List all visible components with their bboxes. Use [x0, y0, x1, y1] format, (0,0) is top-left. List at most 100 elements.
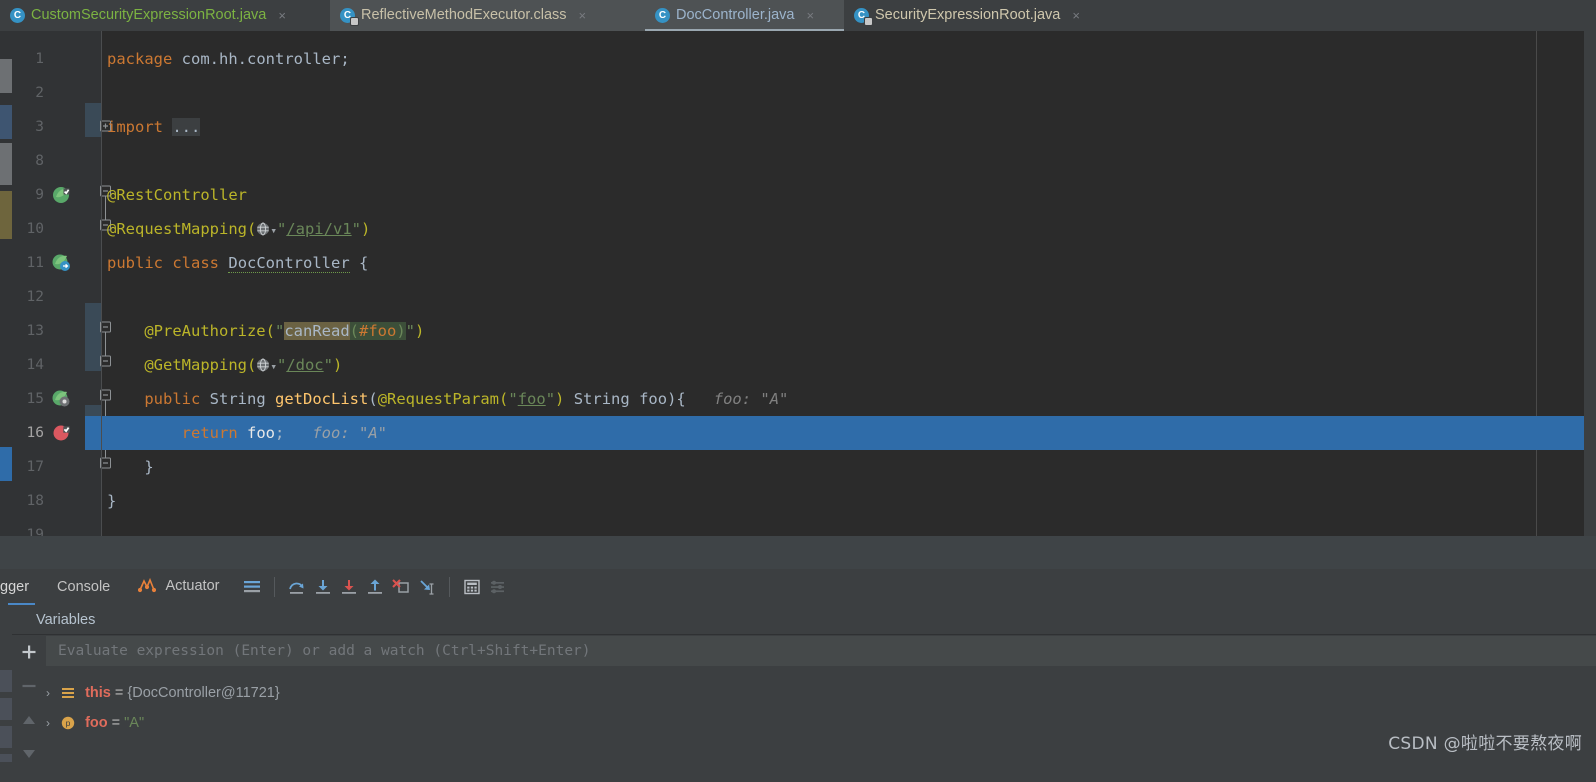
line-number: 19: [26, 527, 44, 536]
add-watch-button[interactable]: [12, 635, 46, 669]
force-step-into-button[interactable]: [336, 574, 362, 600]
code-line-3[interactable]: import ...: [102, 110, 1596, 144]
line-number: 17: [26, 459, 44, 475]
gutter-line[interactable]: 9: [12, 178, 102, 212]
gutter-line[interactable]: 14: [12, 348, 102, 382]
spring-bean-navigate-icon[interactable]: [52, 253, 71, 272]
code-line-13[interactable]: @PreAuthorize("canRead(#foo)"): [102, 314, 1596, 348]
current-line-marker: [0, 447, 12, 481]
remove-watch-button[interactable]: [12, 669, 46, 703]
actuator-tab[interactable]: Actuator: [124, 568, 233, 607]
gutter-line[interactable]: 1: [12, 42, 102, 76]
gutter-line[interactable]: 11: [12, 246, 102, 280]
code-line-19[interactable]: [102, 518, 1596, 536]
line-number: 16: [26, 425, 44, 441]
step-out-button[interactable]: [362, 574, 388, 600]
toolbar-separator: [274, 577, 276, 597]
parameter-icon: p: [61, 712, 76, 730]
intellij-idea-window: C CustomSecurityExpressionRoot.java × C …: [0, 0, 1596, 782]
show-execution-point-button[interactable]: [239, 574, 265, 600]
gutter-line[interactable]: 2: [12, 76, 102, 110]
gutter-line[interactable]: 19: [12, 518, 102, 536]
code-line-10[interactable]: @RequestMapping(▾"/api/v1"): [102, 212, 1596, 246]
code-line-18[interactable]: }: [102, 484, 1596, 518]
variable-name: foo: [85, 715, 108, 731]
close-icon[interactable]: ×: [1072, 8, 1080, 23]
editor-gutter[interactable]: 1 2 3 8 9 10 11 12 13 14 15 16 17 18 19: [12, 31, 114, 536]
code-line-12[interactable]: [102, 280, 1596, 314]
code-line-2[interactable]: [102, 76, 1596, 110]
layout-settings-button[interactable]: [485, 574, 511, 600]
svg-text:p: p: [66, 718, 71, 728]
code-line-8[interactable]: [102, 144, 1596, 178]
panel-splitter[interactable]: [0, 536, 1596, 569]
variables-tab[interactable]: Variables: [36, 605, 95, 635]
editor-tab-label: SecurityExpressionRoot.java: [875, 7, 1061, 23]
move-watch-up-button[interactable]: [12, 703, 46, 737]
line-number: 14: [26, 357, 44, 373]
editor-tab-customsecurityexpressionroot[interactable]: C CustomSecurityExpressionRoot.java ×: [0, 0, 330, 31]
editor-tab-securityexpressionroot[interactable]: C SecurityExpressionRoot.java ×: [844, 0, 1124, 31]
run-to-cursor-button[interactable]: [414, 574, 440, 600]
editor-tab-label: CustomSecurityExpressionRoot.java: [31, 7, 267, 23]
line-number: 9: [35, 187, 44, 203]
web-url-icon[interactable]: [256, 350, 270, 372]
code-line-14[interactable]: @GetMapping(▾"/doc"): [102, 348, 1596, 382]
drop-frame-button[interactable]: [388, 574, 414, 600]
code-line-16[interactable]: return foo; foo: "A": [102, 416, 1596, 450]
code-line-17[interactable]: }: [102, 450, 1596, 484]
close-icon[interactable]: ×: [579, 8, 587, 23]
code-line-1[interactable]: package com.hh.controller;: [102, 42, 1596, 76]
close-icon[interactable]: ×: [806, 8, 814, 23]
console-tab-label: Console: [57, 579, 111, 595]
stripe-chip-structure[interactable]: [0, 670, 12, 692]
evaluate-expression-input[interactable]: Evaluate expression (Enter) or add a wat…: [46, 636, 1596, 666]
chevron-down-icon[interactable]: ▾: [270, 224, 277, 237]
variable-row-foo[interactable]: › p foo = "A": [46, 709, 144, 737]
watermark-text: CSDN @啦啦不要熬夜啊: [1388, 734, 1582, 754]
actuator-tab-label: Actuator: [165, 577, 220, 594]
variable-name: this: [85, 685, 111, 701]
evaluate-expression-placeholder: Evaluate expression (Enter) or add a wat…: [58, 643, 591, 659]
web-url-icon[interactable]: [256, 214, 270, 236]
debugger-toolbar: gger Console Actuator: [0, 569, 1596, 605]
gutter-line[interactable]: 12: [12, 280, 102, 314]
code-text-area[interactable]: package com.hh.controller; import ... @Res…: [102, 31, 1596, 536]
debugger-tab[interactable]: gger: [0, 569, 43, 605]
gutter-line[interactable]: 17: [12, 450, 102, 484]
variable-equals: =: [110, 685, 128, 701]
gutter-line[interactable]: 10: [12, 212, 102, 246]
close-icon[interactable]: ×: [278, 8, 286, 23]
expand-chevron-icon[interactable]: ›: [46, 716, 50, 730]
editor-marker-bar[interactable]: [1584, 31, 1596, 536]
debugger-tab-label: gger: [0, 579, 30, 595]
expand-chevron-icon[interactable]: ›: [46, 686, 50, 700]
line-number: 2: [35, 85, 44, 101]
editor-tab-reflectivemethodexecutor[interactable]: C ReflectiveMethodExecutor.class ×: [330, 0, 645, 31]
editor-tab-doccontroller[interactable]: C DocController.java ×: [645, 0, 844, 31]
stripe-chip-favorites[interactable]: [0, 698, 12, 720]
gutter-line[interactable]: 15: [12, 382, 102, 416]
chevron-down-icon[interactable]: ▾: [270, 360, 277, 373]
stripe-chip-bookmarks[interactable]: [0, 726, 12, 748]
evaluate-expression-button[interactable]: [459, 574, 485, 600]
gutter-line[interactable]: 13: [12, 314, 102, 348]
console-tab[interactable]: Console: [43, 569, 124, 605]
line-number: 18: [26, 493, 44, 509]
breakpoint-verified-icon[interactable]: [52, 423, 71, 442]
step-over-button[interactable]: [284, 574, 310, 600]
code-editor[interactable]: 1 2 3 8 9 10 11 12 13 14 15 16 17 18 19 package com.hh…: [0, 31, 1596, 536]
code-line-11[interactable]: public class DocController {: [102, 246, 1596, 280]
spring-endpoint-icon[interactable]: [52, 389, 71, 408]
gutter-line[interactable]: 3: [12, 110, 102, 144]
gutter-line[interactable]: 18: [12, 484, 102, 518]
step-into-button[interactable]: [310, 574, 336, 600]
code-line-9[interactable]: @RestController: [102, 178, 1596, 212]
status-bar: [0, 762, 1596, 782]
variable-row-this[interactable]: › this = {DocController@11721}: [46, 679, 280, 707]
spring-bean-icon[interactable]: [52, 185, 71, 204]
this-icon: [61, 682, 76, 698]
gutter-line[interactable]: 8: [12, 144, 102, 178]
code-line-15[interactable]: public String getDocList(@RequestParam("…: [102, 382, 1596, 416]
debug-tool-window: gger Console Actuator Variables Evaluate…: [0, 536, 1596, 782]
